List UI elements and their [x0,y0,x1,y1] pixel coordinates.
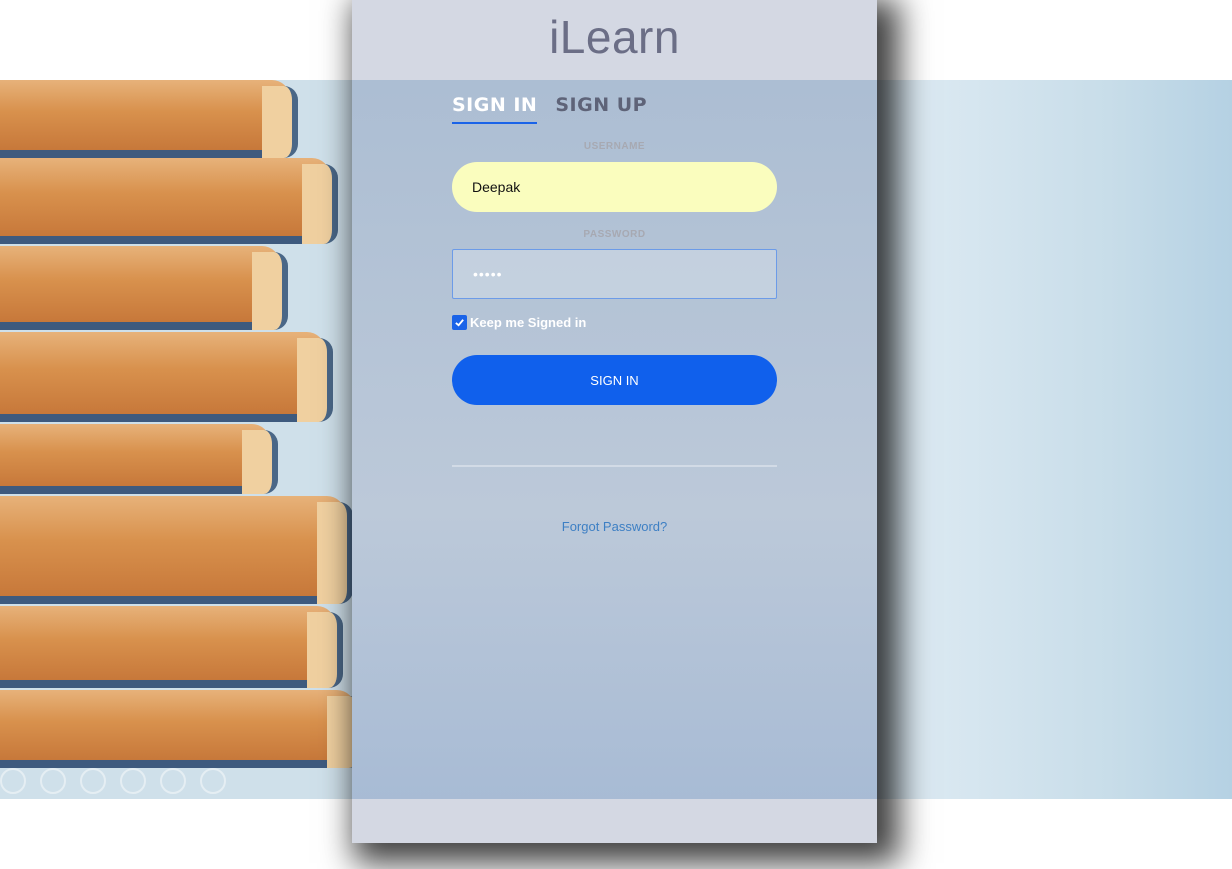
book [0,606,343,688]
book [0,424,278,494]
keep-signed-in-label: Keep me Signed in [470,315,587,330]
password-input[interactable] [452,249,777,299]
book [0,246,288,330]
sign-in-button[interactable]: SIGN IN [452,355,777,405]
play-icon[interactable] [40,768,66,794]
book [0,158,338,244]
username-input[interactable] [452,162,777,212]
zoom-icon[interactable] [160,768,186,794]
slides-icon[interactable] [120,768,146,794]
login-panel: iLearn SIGN IN SIGN UP USERNAME PASSWORD… [352,0,877,843]
more-icon[interactable] [200,768,226,794]
book [0,496,353,604]
books-stack-image [0,80,380,799]
tab-sign-in[interactable]: SIGN IN [452,94,538,124]
slideshow-controls [0,768,226,794]
previous-icon[interactable] [0,768,26,794]
keep-signed-in-checkbox[interactable] [452,315,467,330]
check-icon [455,319,464,327]
auth-tabs: SIGN IN SIGN UP [452,94,647,124]
forgot-password-link[interactable]: Forgot Password? [452,519,777,534]
username-label: USERNAME [583,141,646,152]
book [0,690,363,768]
keep-signed-in[interactable]: Keep me Signed in [452,315,586,330]
divider [452,465,777,467]
pen-icon[interactable] [80,768,106,794]
tab-sign-up[interactable]: SIGN UP [555,94,647,124]
brand-title: iLearn [549,11,680,63]
book [0,332,333,422]
password-label: PASSWORD [583,229,646,240]
book [0,80,298,158]
